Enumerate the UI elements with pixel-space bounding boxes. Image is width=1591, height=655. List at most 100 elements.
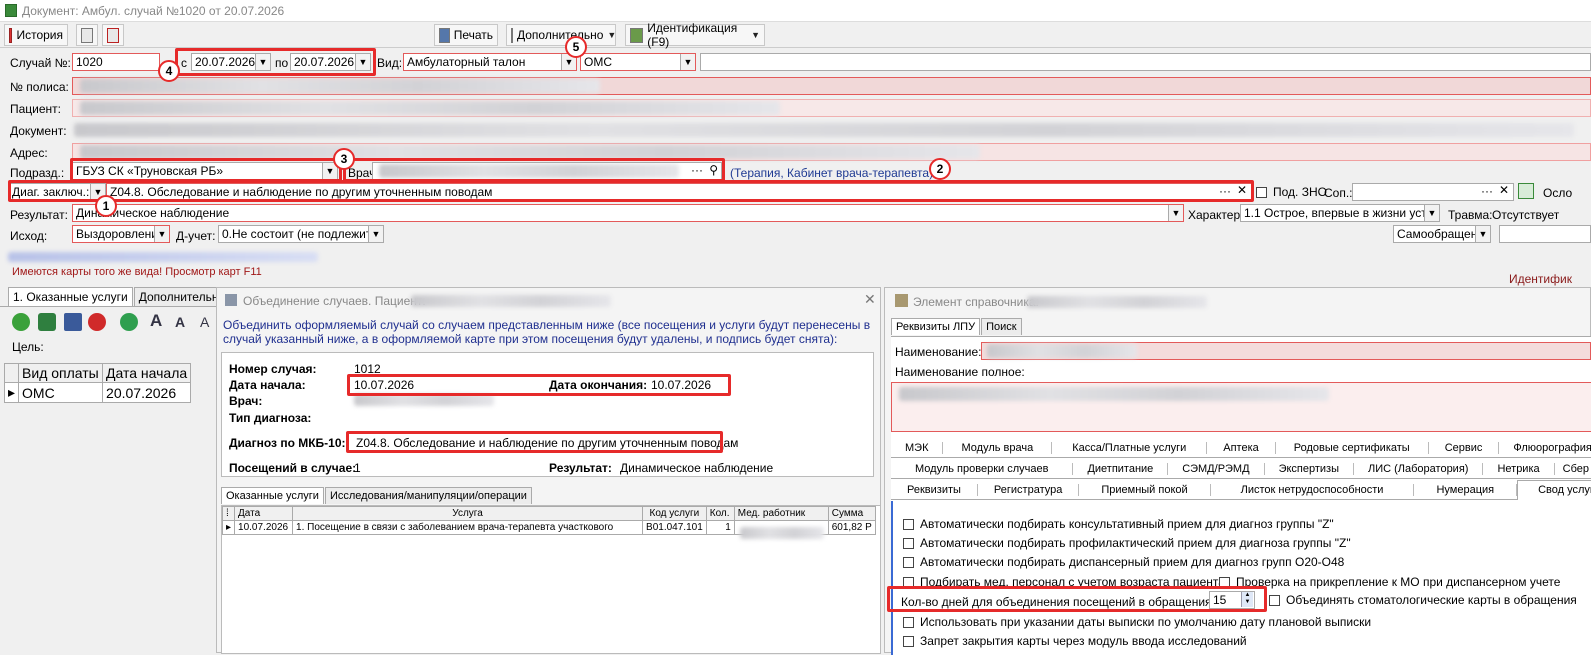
tab-services[interactable]: 1. Оказанные услуги <box>8 287 133 306</box>
checkbox-box[interactable] <box>903 616 914 628</box>
tab-lis[interactable]: ЛИС (Лаборатория) <box>1354 462 1484 475</box>
clear-icon[interactable]: ✕ <box>1237 184 1247 197</box>
tab-services-summary[interactable]: Свод услуг <box>1517 479 1591 500</box>
option-disp-o20[interactable]: Автоматически подбирать диспансерный при… <box>903 555 1344 569</box>
edit-icon[interactable] <box>38 313 56 331</box>
extra-field[interactable] <box>700 53 1591 71</box>
search-icon[interactable]: ⚲ <box>709 163 718 177</box>
diagnosis-input[interactable]: Z04.8. Обследование и наблюдение по друг… <box>106 183 1252 201</box>
character-select[interactable]: 1.1 Острое, впервые в жизни уста ▼ <box>1240 204 1440 222</box>
zno-checkbox[interactable]: Под. ЗНО <box>1256 185 1327 199</box>
diagnosis-type-select[interactable]: Диаг. заключ.: ▼ <box>8 183 106 201</box>
tab-sick-leave[interactable]: Листок нетрудоспособности <box>1211 483 1415 496</box>
tab-expertise[interactable]: Экспертизы <box>1265 462 1354 475</box>
font-increase-icon[interactable]: A <box>150 311 162 331</box>
tab-requisites[interactable]: Реквизиты ЛПУ <box>891 318 981 335</box>
checkbox-box[interactable] <box>1269 594 1280 606</box>
tab-registry[interactable]: Регистратура <box>978 483 1080 496</box>
date-to-input[interactable]: 20.07.2026 ▼ <box>290 53 371 71</box>
tab-netrika[interactable]: Нетрика <box>1483 462 1555 475</box>
option-discharge-date[interactable]: Использовать при указании даты выписки п… <box>903 615 1371 629</box>
tab-procedures[interactable]: Исследования/манипуляции/операции <box>324 487 532 504</box>
tab-mek[interactable]: МЭК <box>891 441 944 454</box>
more-icon[interactable]: ··· <box>691 163 703 177</box>
checkbox-box[interactable] <box>1256 186 1267 198</box>
date-from-input[interactable]: 20.07.2026 ▼ <box>191 53 271 71</box>
close-icon[interactable]: ✕ <box>864 291 876 308</box>
checkbox-box[interactable] <box>903 556 914 568</box>
tab-doctor-module[interactable]: Модуль врача <box>943 441 1053 454</box>
more-icon[interactable]: ··· <box>1481 184 1493 198</box>
outcome-select[interactable]: Выздоровление ▼ <box>72 225 170 243</box>
option-stom-merge[interactable]: Объединять стоматологические карты в обр… <box>1269 593 1577 607</box>
tab-birth-certs[interactable]: Родовые сертификаты <box>1276 441 1429 454</box>
col-start-date[interactable]: Дата начала <box>102 363 192 383</box>
more-icon[interactable]: ··· <box>1219 184 1231 198</box>
option-close-ban[interactable]: Запрет закрытия карты через модуль ввода… <box>903 634 1247 648</box>
referral-extra-input[interactable] <box>1499 225 1591 243</box>
font-decrease-icon[interactable]: A <box>175 314 185 330</box>
col-service[interactable]: Услуга <box>292 506 644 521</box>
grid-menu-icon[interactable]: ⁞ <box>221 506 236 521</box>
referral-select[interactable]: Самообращение ▼ <box>1393 225 1491 243</box>
chevron-down-icon[interactable]: ▼ <box>1475 226 1490 242</box>
identification-button[interactable]: Идентификация (F9) ▼ <box>625 21 765 49</box>
tab-case-check[interactable]: Модуль проверки случаев <box>891 462 1074 475</box>
tab-fluorography[interactable]: Флюорография <box>1499 442 1591 454</box>
option-staff-age[interactable]: Подбирать мед. персонал с учетом возраст… <box>903 575 1225 589</box>
department-select[interactable]: ГБУЗ СК «Труновская РБ» ▼ <box>72 162 338 180</box>
refresh-icon[interactable] <box>120 313 138 331</box>
clear-icon[interactable]: ✕ <box>1499 184 1509 197</box>
add-icon[interactable] <box>12 313 30 331</box>
checkbox-box[interactable] <box>903 518 914 530</box>
col-payment[interactable]: Вид оплаты <box>18 363 104 383</box>
tab-service[interactable]: Сервис <box>1429 441 1500 454</box>
tab-numbering[interactable]: Нумерация <box>1414 483 1518 496</box>
kind-select[interactable]: Амбулаторный талон ▼ <box>403 53 577 71</box>
chevron-down-icon[interactable]: ▼ <box>1424 205 1439 221</box>
tab-diet[interactable]: Диетпитание <box>1073 462 1169 475</box>
chevron-down-icon[interactable]: ▼ <box>154 226 169 242</box>
option-prof-z[interactable]: Автоматически подбирать профилактический… <box>903 536 1351 550</box>
chevron-down-icon[interactable]: ▼ <box>680 54 695 70</box>
tab-sber[interactable]: Сбер ТС <box>1555 463 1591 475</box>
chevron-down-icon[interactable]: ▼ <box>1168 205 1183 221</box>
tab-semd[interactable]: СЭМД/РЭМД <box>1168 462 1265 475</box>
checkbox-box[interactable] <box>903 537 914 549</box>
save-icon[interactable] <box>64 313 82 331</box>
col-qty[interactable]: Кол. <box>705 506 735 521</box>
result-select[interactable]: Динамическое наблюдение ▼ <box>72 204 1184 222</box>
tab-search[interactable]: Поиск <box>981 318 1022 335</box>
add-icon[interactable] <box>1518 183 1534 199</box>
calendar-dropdown-icon[interactable]: ▼ <box>255 54 270 70</box>
extra-button[interactable]: Дополнительно ▼ <box>506 24 616 46</box>
concomitant-input[interactable]: ··· ✕ <box>1352 183 1514 201</box>
payment-select[interactable]: ОМС ▼ <box>580 53 696 71</box>
tab-admission[interactable]: Приемный покой <box>1079 483 1211 496</box>
option-consult-z[interactable]: Автоматически подбирать консультативный … <box>903 517 1334 531</box>
case-number-input[interactable]: 1020 <box>72 53 160 71</box>
print-button[interactable]: Печать <box>434 24 498 46</box>
col-sum[interactable]: Сумма <box>827 506 876 521</box>
dispensary-select[interactable]: 0.Не состоит (не подлежит) ▼ <box>218 225 384 243</box>
font-style-icon[interactable]: A <box>200 314 209 330</box>
chevron-down-icon[interactable]: ▼ <box>368 226 383 242</box>
edit-button[interactable] <box>76 24 98 46</box>
tab-cashier[interactable]: Касса/Платные услуги <box>1052 441 1208 454</box>
table-row[interactable]: ▸ ОМС 20.07.2026 <box>3 382 192 403</box>
checkbox-box[interactable] <box>903 635 914 647</box>
checkbox-box[interactable] <box>1219 576 1230 588</box>
merge-days-stepper[interactable]: 15 ▲ ▼ <box>1209 591 1255 609</box>
tab-requisites-2[interactable]: Реквизиты <box>891 483 978 496</box>
spin-icon[interactable]: ▲ ▼ <box>1241 592 1253 607</box>
calendar-dropdown-icon[interactable]: ▼ <box>355 54 370 70</box>
checkbox-box[interactable] <box>903 576 914 588</box>
col-service-code[interactable]: Код услуги <box>642 506 707 521</box>
col-staff[interactable]: Мед. работник <box>733 506 829 521</box>
delete-icon[interactable] <box>88 313 106 331</box>
history-button[interactable]: История <box>4 24 68 46</box>
doctor-input[interactable]: ··· ⚲ <box>372 162 722 180</box>
duplicate-cards-warning[interactable]: Имеются карты того же вида! Просмотр кар… <box>12 266 262 278</box>
tab-pharmacy[interactable]: Аптека <box>1207 441 1276 454</box>
delete-button[interactable] <box>102 24 124 46</box>
